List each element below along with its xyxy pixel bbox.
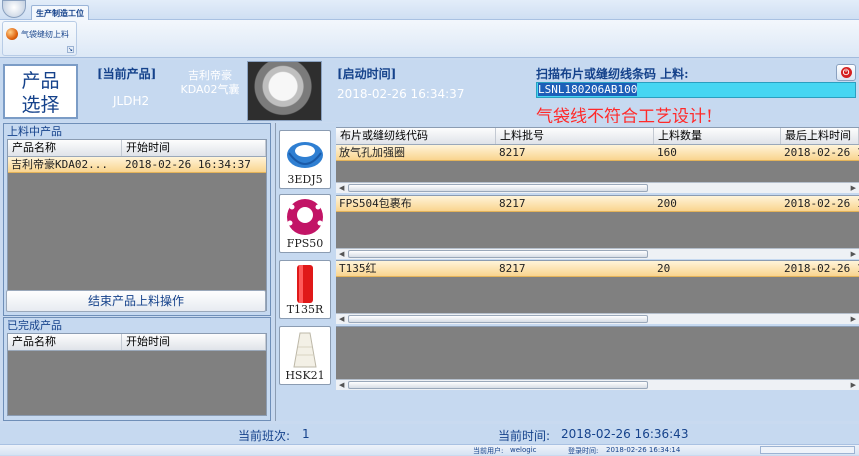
airbag-sewing-loading-label: 气袋缝纫上料	[21, 29, 69, 39]
scroll-thumb[interactable]	[348, 315, 648, 323]
horizontal-scrollbar[interactable]: ◀ ▶	[336, 313, 859, 324]
loading-products-title: 上料中产品	[7, 125, 62, 138]
cell-qty: 20	[657, 262, 671, 275]
status-progress-bar	[760, 446, 855, 454]
completed-products-title: 已完成产品	[7, 319, 62, 332]
material-caption: T135R	[286, 303, 324, 316]
scroll-left-icon[interactable]: ◀	[339, 249, 344, 259]
material-thumb-fps50[interactable]: FPS50	[279, 194, 331, 253]
magenta-fabric-icon	[287, 199, 323, 235]
cell-time: 2018-02-26 1	[784, 197, 859, 210]
cell-time: 2018-02-26 1	[784, 262, 859, 275]
current-product-label: [当前产品]	[97, 67, 157, 81]
orange-orb-icon	[6, 28, 18, 40]
cell-code: 放气孔加强圈	[339, 146, 405, 159]
ribbon-body	[0, 20, 859, 58]
horizontal-scrollbar[interactable]: ◀ ▶	[336, 248, 859, 259]
scroll-right-icon[interactable]: ▶	[851, 249, 856, 259]
material-caption: 3EDJ5	[287, 173, 323, 186]
cell-batch: 8217	[499, 262, 526, 275]
material-caption: FPS50	[286, 237, 324, 250]
select-product-line2: 选择	[21, 94, 60, 116]
shift-value: 1	[302, 427, 310, 441]
material-caption: HSK21	[285, 369, 325, 382]
material-thumb-t135r[interactable]: T135R	[279, 260, 331, 319]
loading-grid-header: 产品名称 开始时间	[8, 140, 266, 157]
material-grid-2: FPS504包裹布 8217 200 2018-02-26 1 ◀ ▶	[336, 195, 859, 259]
ribbon-tab-bar	[0, 0, 859, 20]
scroll-left-icon[interactable]: ◀	[339, 314, 344, 324]
scan-label: 扫描布片或缝纫线条码 上料:	[536, 67, 689, 81]
scroll-thumb[interactable]	[348, 250, 648, 258]
scroll-thumb[interactable]	[348, 184, 648, 192]
cell-batch: 8217	[499, 197, 526, 210]
scroll-left-icon[interactable]: ◀	[339, 380, 344, 390]
scroll-right-icon[interactable]: ▶	[851, 314, 856, 324]
scroll-right-icon[interactable]: ▶	[851, 380, 856, 390]
horizontal-scrollbar[interactable]: ◀ ▶	[336, 182, 859, 193]
shift-label: 当前班次:	[238, 429, 291, 443]
close-button[interactable]: ⏻	[836, 64, 856, 81]
col-batch[interactable]: 上料批号	[496, 128, 654, 144]
material-grid-1: 布片或缝纫线代码 上料批号 上料数量 最后上料时间 放气孔加强圈 8217 16…	[336, 127, 859, 193]
select-product-line1: 产品	[21, 70, 60, 92]
completed-grid-header: 产品名称 开始时间	[8, 334, 266, 351]
barcode-scan-value: LSNL180206AB100	[538, 83, 638, 96]
blue-cushion-icon	[287, 142, 323, 168]
end-loading-button[interactable]: 结束产品上料操作	[6, 290, 266, 312]
cell-time: 2018-02-26 1	[784, 146, 859, 159]
red-thread-spool-icon	[297, 265, 313, 303]
start-time-value: 2018-02-26 16:34:37	[337, 87, 465, 101]
current-time-value: 2018-02-26 16:36:43	[561, 427, 689, 441]
select-product-button[interactable]: 产品 选择	[3, 64, 78, 119]
current-product-code: JLDH2	[113, 94, 150, 108]
current-product-name: 吉利帝豪KDA02气囊	[180, 69, 240, 96]
cell-qty: 160	[657, 146, 677, 159]
completed-products-grid: 产品名称 开始时间	[7, 333, 267, 416]
table-row[interactable]: 放气孔加强圈 8217 160 2018-02-26 1	[336, 145, 859, 161]
current-time-label: 当前时间:	[498, 429, 551, 443]
horizontal-scrollbar[interactable]: ◀ ▶	[336, 379, 859, 390]
tab-production-station[interactable]: 生产制造工位	[31, 5, 89, 21]
power-icon: ⏻	[840, 67, 852, 78]
cell-batch: 8217	[499, 146, 526, 159]
material-grid-3: T135红 8217 20 2018-02-26 1 ◀ ▶	[336, 260, 859, 324]
status-bar: 当前班次: 1 当前时间: 2018-02-26 16:36:43	[0, 424, 859, 444]
white-thread-spool-icon	[293, 332, 317, 368]
completed-products-panel: 已完成产品 产品名称 开始时间	[3, 317, 271, 421]
info-bar: 当前用户: welogic 登录时间: 2018-02-26 16:34:14	[0, 444, 859, 455]
scroll-thumb[interactable]	[348, 381, 648, 389]
cell-qty: 200	[657, 197, 677, 210]
material-thumb-hsk21[interactable]: HSK21	[279, 326, 331, 385]
row-product-name: 吉利帝豪KDA02...	[11, 158, 108, 171]
col-material-code[interactable]: 布片或缝纫线代码	[336, 128, 496, 144]
scroll-right-icon[interactable]: ▶	[851, 183, 856, 193]
loading-products-grid: 产品名称 开始时间 吉利帝豪KDA02... 2018-02-26 16:34:…	[7, 139, 267, 311]
col-start-time[interactable]: 开始时间	[122, 140, 266, 156]
barcode-scan-input[interactable]: LSNL180206AB100	[536, 82, 856, 98]
material-grid-header: 布片或缝纫线代码 上料批号 上料数量 最后上料时间	[336, 128, 859, 145]
col-product-name[interactable]: 产品名称	[8, 140, 122, 156]
airbag-product-image	[247, 61, 322, 121]
group-launcher-icon[interactable]: ↘	[67, 46, 74, 53]
material-thumb-3edj5[interactable]: 3EDJ5	[279, 130, 331, 189]
col-product-name[interactable]: 产品名称	[8, 334, 122, 350]
table-row[interactable]: T135红 8217 20 2018-02-26 1	[336, 261, 859, 277]
cell-code: T135红	[339, 262, 377, 275]
col-last-time[interactable]: 最后上料时间	[781, 128, 859, 144]
cell-code: FPS504包裹布	[339, 197, 412, 210]
airbag-sewing-loading-button[interactable]: 气袋缝纫上料	[6, 26, 69, 42]
login-time-value: 2018-02-26 16:34:14	[606, 446, 681, 454]
start-time-label: [启动时间]	[337, 67, 397, 81]
user-value: welogic	[510, 446, 537, 454]
table-row[interactable]: 吉利帝豪KDA02... 2018-02-26 16:34:37	[8, 157, 266, 173]
col-quantity[interactable]: 上料数量	[654, 128, 781, 144]
scroll-left-icon[interactable]: ◀	[339, 183, 344, 193]
row-start-time: 2018-02-26 16:34:37	[125, 158, 251, 171]
loading-products-panel: 上料中产品 产品名称 开始时间 吉利帝豪KDA02... 2018-02-26 …	[3, 123, 271, 316]
table-row[interactable]: FPS504包裹布 8217 200 2018-02-26 1	[336, 196, 859, 212]
material-grid-4: ◀ ▶	[336, 326, 859, 390]
col-start-time[interactable]: 开始时间	[122, 334, 266, 350]
